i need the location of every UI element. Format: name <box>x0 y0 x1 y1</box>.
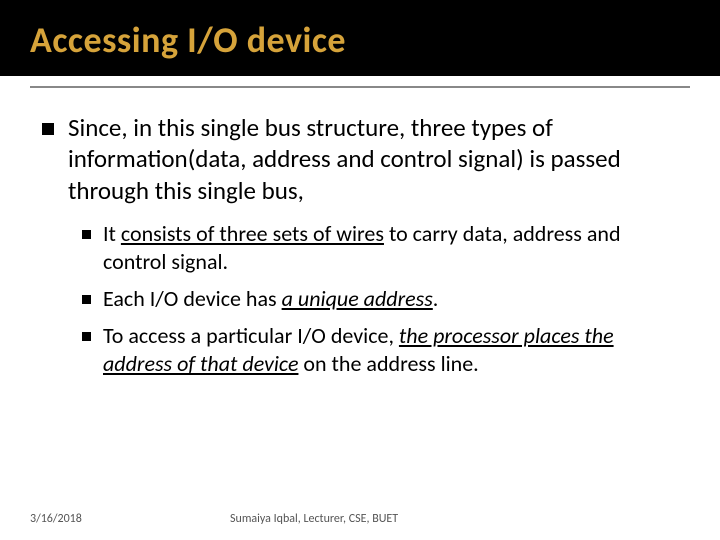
text-fragment: on the address line. <box>298 350 478 377</box>
square-bullet-icon <box>42 123 54 135</box>
sub-item-1: It consists of three sets of wires to ca… <box>82 220 678 277</box>
footer-author: Sumaiya Iqbal, Lecturer, CSE, BUET <box>150 512 690 526</box>
main-bullet-item: Since, in this single bus structure, thr… <box>42 112 678 206</box>
text-fragment: Each I/O device has <box>103 285 282 312</box>
footer-date: 3/16/2018 <box>30 512 150 526</box>
content-area: Since, in this single bus structure, thr… <box>0 88 720 540</box>
slide: Accessing I/O device Since, in this sing… <box>0 0 720 540</box>
square-bullet-icon <box>82 230 91 239</box>
square-bullet-icon <box>82 332 91 341</box>
footer: 3/16/2018 Sumaiya Iqbal, Lecturer, CSE, … <box>0 512 720 526</box>
square-bullet-icon <box>82 295 91 304</box>
sub-text-2: Each I/O device has a unique address. <box>103 285 438 314</box>
sub-item-3: To access a particular I/O device, the p… <box>82 322 678 379</box>
text-fragment: . <box>433 285 439 312</box>
text-fragment: It <box>103 220 121 247</box>
slide-title: Accessing I/O device <box>30 18 690 62</box>
text-fragment: To access a particular I/O device, <box>103 322 399 349</box>
sub-text-1: It consists of three sets of wires to ca… <box>103 220 678 277</box>
sub-list: It consists of three sets of wires to ca… <box>42 220 678 379</box>
sub-text-3: To access a particular I/O device, the p… <box>103 322 678 379</box>
underlined-text: consists of three sets of wires <box>121 220 384 247</box>
underlined-italic-text: a unique address <box>282 285 433 312</box>
sub-item-2: Each I/O device has a unique address. <box>82 285 678 314</box>
title-bar: Accessing I/O device <box>0 0 720 76</box>
main-text: Since, in this single bus structure, thr… <box>68 112 678 206</box>
